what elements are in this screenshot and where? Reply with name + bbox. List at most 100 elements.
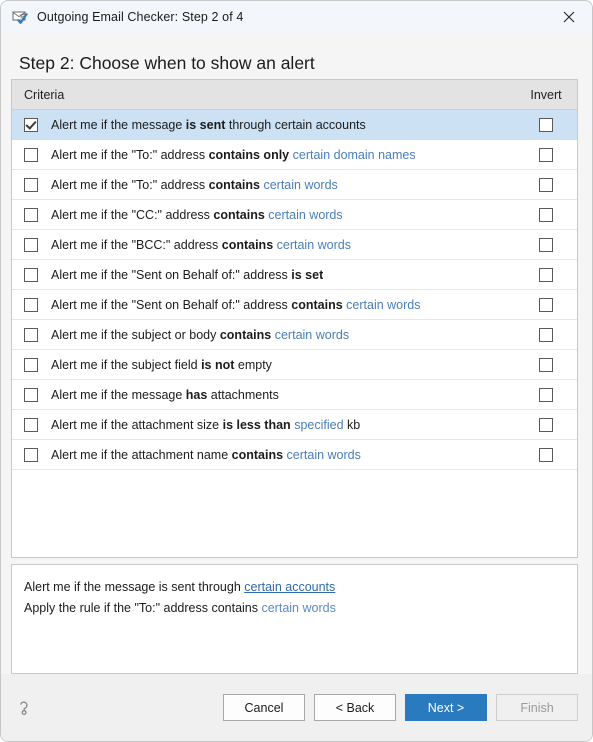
criteria-checkbox[interactable] [24, 207, 38, 222]
criteria-cell[interactable]: Alert me if the "BCC:" address contains … [12, 237, 517, 252]
inline-link[interactable]: certain words [287, 448, 361, 462]
criteria-cell[interactable]: Alert me if the "To:" address contains o… [12, 147, 517, 162]
static-text: empty [234, 357, 272, 372]
emphasis-text: is less than [222, 417, 291, 432]
table-row[interactable]: Alert me if the subject field is not emp… [12, 350, 577, 380]
invert-checkbox[interactable] [539, 447, 553, 462]
invert-cell[interactable] [517, 267, 577, 282]
criteria-checkbox[interactable] [24, 297, 38, 312]
invert-checkbox[interactable] [539, 387, 553, 402]
emphasis-text: contains [221, 237, 274, 252]
table-row[interactable]: Alert me if the message is sent through … [12, 110, 577, 140]
inline-link[interactable]: specified [294, 418, 343, 432]
invert-cell[interactable] [517, 297, 577, 312]
emphasis-text: contains only [208, 147, 290, 162]
invert-checkbox[interactable] [539, 117, 553, 132]
invert-cell[interactable] [517, 357, 577, 372]
emphasis-text: is not [201, 357, 235, 372]
inline-link[interactable]: certain accounts [244, 580, 335, 594]
invert-checkbox[interactable] [539, 207, 553, 222]
invert-checkbox[interactable] [539, 267, 553, 282]
summary-line: Alert me if the message is sent through … [24, 577, 577, 598]
invert-cell[interactable] [517, 237, 577, 252]
inline-link[interactable]: certain words [261, 601, 335, 615]
criteria-checkbox[interactable] [24, 327, 38, 342]
criteria-cell[interactable]: Alert me if the "To:" address contains c… [12, 177, 517, 192]
table-row[interactable]: Alert me if the "To:" address contains o… [12, 140, 577, 170]
table-row[interactable]: Alert me if the message has attachments [12, 380, 577, 410]
criteria-checkbox[interactable] [24, 387, 38, 402]
table-row[interactable]: Alert me if the attachment name contains… [12, 440, 577, 470]
inline-link[interactable]: certain domain names [293, 148, 416, 162]
cancel-button[interactable]: Cancel [223, 694, 305, 721]
inline-link[interactable]: certain words [263, 178, 337, 192]
invert-checkbox[interactable] [539, 237, 553, 252]
window-title: Outgoing Email Checker: Step 2 of 4 [37, 10, 244, 24]
table-row[interactable]: Alert me if the "Sent on Behalf of:" add… [12, 290, 577, 320]
invert-cell[interactable] [517, 147, 577, 162]
inline-link[interactable]: certain words [268, 208, 342, 222]
criteria-cell[interactable]: Alert me if the subject or body contains… [12, 327, 517, 342]
criteria-checkbox[interactable] [24, 237, 38, 252]
criteria-label: Alert me if the subject or body contains… [51, 328, 349, 342]
close-icon[interactable] [546, 1, 592, 33]
invert-checkbox[interactable] [539, 327, 553, 342]
invert-cell[interactable] [517, 177, 577, 192]
criteria-cell[interactable]: Alert me if the "Sent on Behalf of:" add… [12, 297, 517, 312]
static-text: Alert me if the message [51, 117, 186, 132]
static-text: Alert me if the "To:" address [51, 177, 209, 192]
criteria-list-header: Criteria Invert [12, 80, 577, 110]
static-text: Apply the rule if the "To:" address cont… [24, 601, 262, 615]
question-mark-icon[interactable] [15, 699, 33, 717]
invert-checkbox[interactable] [539, 297, 553, 312]
criteria-checkbox[interactable] [24, 447, 38, 462]
invert-cell[interactable] [517, 117, 577, 132]
table-row[interactable]: Alert me if the "Sent on Behalf of:" add… [12, 260, 577, 290]
criteria-checkbox[interactable] [24, 417, 38, 432]
next-button[interactable]: Next > [405, 694, 487, 721]
dialog-body: Step 2: Choose when to show an alert Cri… [1, 33, 592, 741]
static-text: Alert me if the message [51, 387, 186, 402]
rule-summary-panel: Alert me if the message is sent through … [11, 564, 578, 674]
criteria-cell[interactable]: Alert me if the message is sent through … [12, 117, 517, 132]
invert-cell[interactable] [517, 417, 577, 432]
criteria-label: Alert me if the subject field is not emp… [51, 358, 272, 372]
back-button[interactable]: < Back [314, 694, 396, 721]
column-header-criteria: Criteria [24, 87, 65, 102]
criteria-checkbox[interactable] [24, 177, 38, 192]
criteria-checkbox[interactable] [24, 357, 38, 372]
invert-cell[interactable] [517, 207, 577, 222]
invert-checkbox[interactable] [539, 147, 553, 162]
invert-cell[interactable] [517, 387, 577, 402]
table-row[interactable]: Alert me if the "To:" address contains c… [12, 170, 577, 200]
table-row[interactable]: Alert me if the "CC:" address contains c… [12, 200, 577, 230]
inline-link[interactable]: certain words [346, 298, 420, 312]
criteria-checkbox[interactable] [24, 147, 38, 162]
invert-checkbox[interactable] [539, 177, 553, 192]
criteria-cell[interactable]: Alert me if the attachment size is less … [12, 417, 517, 432]
invert-checkbox[interactable] [539, 357, 553, 372]
inline-link[interactable]: certain words [275, 328, 349, 342]
invert-cell[interactable] [517, 447, 577, 462]
criteria-cell[interactable]: Alert me if the "Sent on Behalf of:" add… [12, 267, 517, 282]
invert-cell[interactable] [517, 327, 577, 342]
static-text: Alert me if the "To:" address [51, 147, 209, 162]
inline-link[interactable]: certain words [277, 238, 351, 252]
criteria-cell[interactable]: Alert me if the subject field is not emp… [12, 357, 517, 372]
invert-checkbox[interactable] [539, 417, 553, 432]
table-row[interactable]: Alert me if the attachment size is less … [12, 410, 577, 440]
criteria-cell[interactable]: Alert me if the message has attachments [12, 387, 517, 402]
criteria-cell[interactable]: Alert me if the attachment name contains… [12, 447, 517, 462]
criteria-label: Alert me if the attachment size is less … [51, 418, 360, 432]
page-title: Step 2: Choose when to show an alert [19, 53, 315, 73]
criteria-checkbox[interactable] [24, 117, 38, 132]
emphasis-text: contains [291, 297, 343, 312]
criteria-checkbox[interactable] [24, 267, 38, 282]
table-row[interactable]: Alert me if the subject or body contains… [12, 320, 577, 350]
emphasis-text: contains [231, 447, 284, 462]
criteria-cell[interactable]: Alert me if the "CC:" address contains c… [12, 207, 517, 222]
table-row[interactable]: Alert me if the "BCC:" address contains … [12, 230, 577, 260]
criteria-label: Alert me if the message has attachments [51, 388, 279, 402]
title-bar: Outgoing Email Checker: Step 2 of 4 [1, 1, 592, 33]
dialog-footer: Cancel < Back Next > Finish [1, 674, 592, 741]
